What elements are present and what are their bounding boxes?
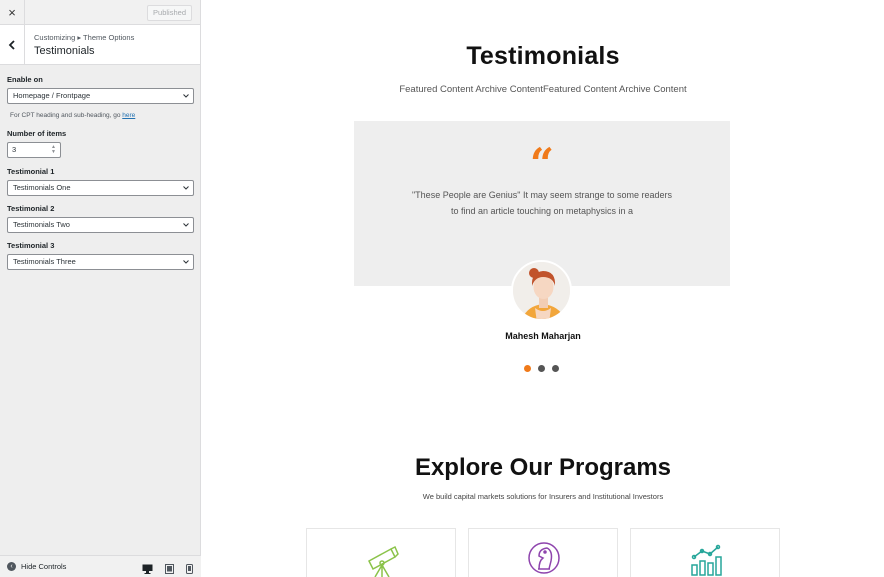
enable-on-select[interactable]: Homepage / Frontpage <box>7 88 194 104</box>
num-items-value: 3 <box>12 145 17 154</box>
chevron-left-icon <box>8 40 15 50</box>
carousel-dot-3[interactable] <box>552 365 559 372</box>
carousel-dots <box>524 365 559 372</box>
mobile-icon[interactable] <box>186 561 193 577</box>
controls-panel: Enable on Homepage / Frontpage For CPT h… <box>0 65 200 270</box>
chess-knight-icon <box>528 542 560 574</box>
enable-on-label: Enable on <box>7 75 43 84</box>
carousel-dot-1[interactable] <box>524 365 531 372</box>
program-card-3[interactable] <box>630 528 780 577</box>
enable-on-value: Homepage / Frontpage <box>13 91 91 100</box>
spinner-icon[interactable]: ▲ ▼ <box>51 145 56 155</box>
back-button[interactable] <box>0 25 25 65</box>
desktop-icon[interactable] <box>142 561 153 577</box>
help-link[interactable]: here <box>122 112 135 119</box>
hide-controls-label: Hide Controls <box>21 562 67 571</box>
close-icon[interactable]: × <box>0 0 25 25</box>
testimonial-3-select[interactable]: Testimonials Three <box>7 254 194 270</box>
program-card-1[interactable] <box>306 528 456 577</box>
program-card-2[interactable] <box>468 528 618 577</box>
testimonial-3-value: Testimonials Three <box>13 257 76 266</box>
quote-icon: “ <box>529 139 555 188</box>
num-items-label: Number of items <box>7 129 67 138</box>
testimonial-2-label: Testimonial 2 <box>7 204 55 213</box>
published-button[interactable]: Published <box>147 5 192 21</box>
customizer-topbar: × Published <box>0 0 200 25</box>
section-header: Customizing ▸ Theme Options Testimonials <box>0 25 200 65</box>
hide-controls-button[interactable]: ‹ Hide Controls <box>7 562 66 571</box>
chevron-down-icon <box>183 94 189 98</box>
chevron-down-icon <box>183 186 189 190</box>
testimonial-1-select[interactable]: Testimonials One <box>7 180 194 196</box>
testimonial-line-1: "These People are Genius" It may seem st… <box>411 190 672 200</box>
breadcrumb: Customizing ▸ Theme Options <box>34 33 135 42</box>
testimonial-3-label: Testimonial 3 <box>7 241 55 250</box>
testimonial-1-label: Testimonial 1 <box>7 167 55 176</box>
bar-chart-icon <box>691 544 722 576</box>
chevron-down-icon <box>183 223 189 227</box>
carousel-dot-2[interactable] <box>538 365 545 372</box>
testimonials-heading: Testimonials <box>466 42 620 70</box>
help-text: For CPT heading and sub-heading, go here <box>10 112 136 119</box>
device-switcher <box>142 561 193 577</box>
testimonial-2-value: Testimonials Two <box>13 220 70 229</box>
telescope-icon <box>368 545 399 577</box>
customizer-sidebar: × Published Customizing ▸ Theme Options … <box>0 0 201 577</box>
site-preview: Testimonials Featured Content Archive Co… <box>202 0 884 577</box>
customizer-footer: ‹ Hide Controls <box>0 555 201 577</box>
testimonials-subheading: Featured Content Archive ContentFeatured… <box>399 84 687 95</box>
testimonial-2-select[interactable]: Testimonials Two <box>7 217 194 233</box>
programs-subheading: We build capital markets solutions for I… <box>422 492 664 501</box>
testimonial-author: Mahesh Maharjan <box>505 331 581 341</box>
chevron-down-icon <box>183 260 189 264</box>
avatar <box>511 260 572 321</box>
tablet-icon[interactable] <box>165 561 174 577</box>
section-title: Testimonials <box>34 45 95 57</box>
testimonial-text: "These People are Genius" It may seem st… <box>384 187 700 219</box>
collapse-icon: ‹ <box>7 562 16 571</box>
num-items-input[interactable]: 3 ▲ ▼ <box>7 142 61 158</box>
testimonial-line-2: to find an article touching on metaphysi… <box>450 206 634 216</box>
testimonial-1-value: Testimonials One <box>13 183 71 192</box>
programs-heading: Explore Our Programs <box>414 454 672 481</box>
